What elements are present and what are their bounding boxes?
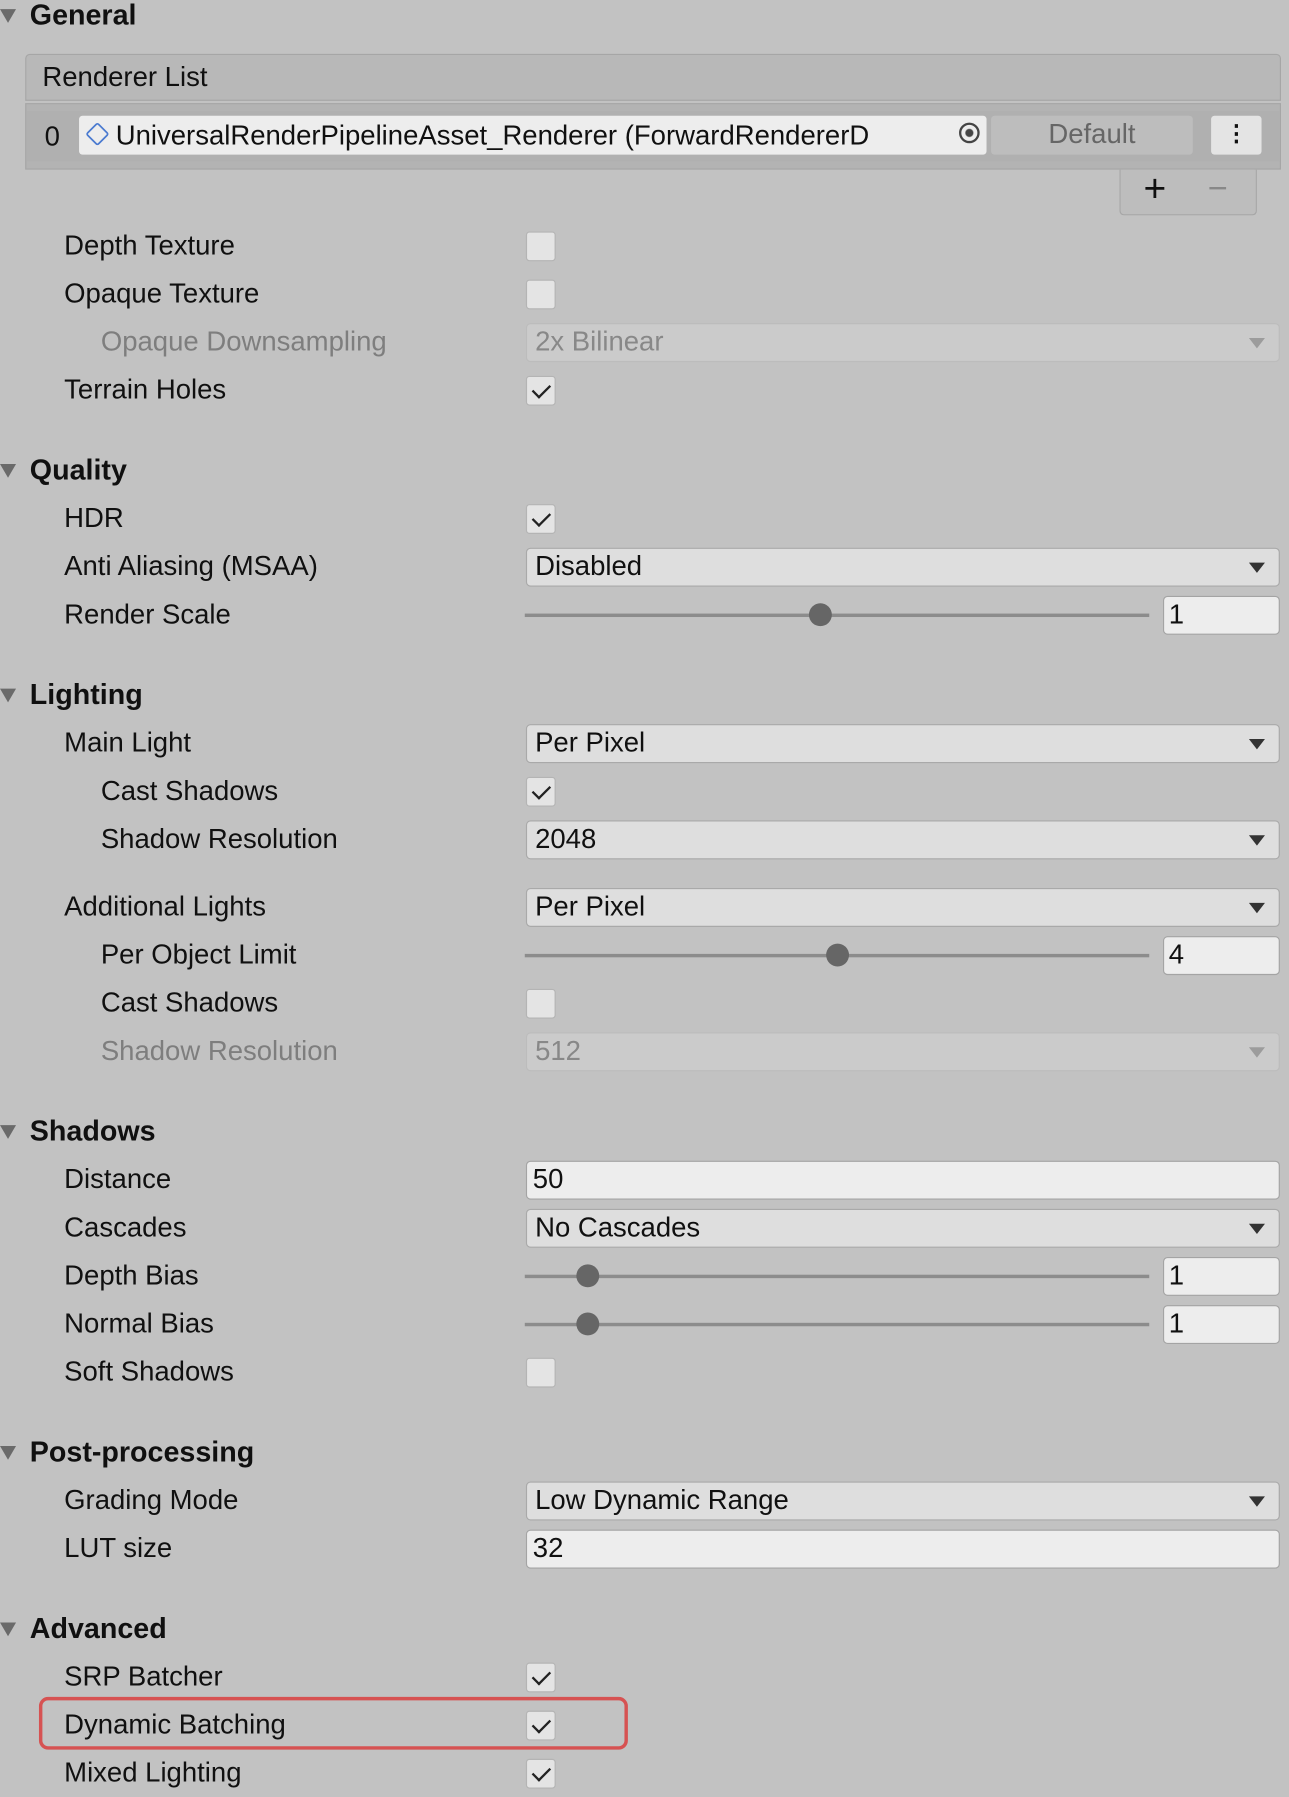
- checkbox-opaque-texture[interactable]: [525, 279, 556, 310]
- slider-thumb[interactable]: [825, 943, 849, 967]
- section-header-shadows[interactable]: Shadows: [30, 1115, 156, 1148]
- dropdown-value: Per Pixel: [535, 727, 646, 759]
- default-renderer-button[interactable]: Default: [991, 115, 1193, 155]
- chevron-down-icon: [1248, 562, 1265, 573]
- section-header-general[interactable]: General: [30, 0, 137, 33]
- label-shadow-resolution: Shadow Resolution: [100, 1035, 338, 1067]
- slider-depth-bias[interactable]: [524, 1264, 1150, 1288]
- chevron-down-icon: [1248, 835, 1265, 846]
- dropdown-value: Low Dynamic Range: [535, 1484, 789, 1516]
- dropdown-grading-mode[interactable]: Low Dynamic Range: [525, 1481, 1280, 1521]
- remove-renderer-button[interactable]: −: [1208, 170, 1228, 209]
- label-main-light: Main Light: [64, 727, 192, 759]
- urp-asset-inspector: Renderer List 0 UniversalRenderPipelineA…: [0, 0, 1289, 1797]
- number-field-render-scale[interactable]: 1: [1162, 595, 1280, 635]
- section-header-lighting[interactable]: Lighting: [30, 679, 143, 712]
- label-distance: Distance: [64, 1164, 172, 1196]
- number-field-per-object-limit[interactable]: 4: [1162, 936, 1280, 976]
- foldout-arrow-icon[interactable]: [0, 1622, 17, 1637]
- label-mixed-lighting: Mixed Lighting: [64, 1757, 242, 1789]
- dropdown-opaque-downsampling: 2x Bilinear: [525, 323, 1280, 363]
- dropdown-cascades[interactable]: No Cascades: [525, 1208, 1280, 1248]
- renderer-list-body: 0 UniversalRenderPipelineAsset_Renderer …: [25, 103, 1282, 170]
- input-lut-size[interactable]: 32: [525, 1529, 1280, 1569]
- checkbox-mixed-lighting[interactable]: [525, 1758, 556, 1789]
- foldout-arrow-icon[interactable]: [0, 9, 17, 23]
- checkbox-cast-shadows[interactable]: [525, 776, 556, 807]
- checkbox-terrain-holes[interactable]: [525, 375, 556, 406]
- slider-thumb[interactable]: [575, 1312, 599, 1336]
- label-terrain-holes: Terrain Holes: [64, 374, 227, 406]
- slider-render-scale[interactable]: [524, 603, 1150, 627]
- label-cast-shadows: Cast Shadows: [100, 987, 279, 1019]
- section-header-advanced[interactable]: Advanced: [30, 1613, 167, 1646]
- dropdown-value: 512: [535, 1035, 581, 1067]
- dropdown-value: 2x Bilinear: [535, 326, 664, 358]
- label-render-scale: Render Scale: [64, 599, 231, 631]
- chevron-down-icon: [1248, 338, 1265, 349]
- section-header-post_processing[interactable]: Post-processing: [30, 1436, 254, 1469]
- checkbox-srp-batcher[interactable]: [525, 1662, 556, 1693]
- chevron-down-icon: [1248, 1047, 1265, 1058]
- checkbox-hdr[interactable]: [525, 504, 556, 534]
- list-add-remove-footer: + −: [1119, 167, 1257, 216]
- label-depth-texture: Depth Texture: [64, 230, 235, 262]
- object-picker-icon[interactable]: [959, 122, 980, 144]
- renderer-name: UniversalRenderPipelineAsset_Renderer (F…: [115, 120, 870, 152]
- checkbox-depth-texture[interactable]: [525, 231, 556, 262]
- chevron-down-icon: [1248, 1496, 1265, 1507]
- label-shadow-resolution: Shadow Resolution: [100, 823, 338, 855]
- label-opaque-downsampling: Opaque Downsampling: [100, 326, 387, 358]
- foldout-arrow-icon[interactable]: [0, 464, 17, 478]
- dropdown-shadow-resolution[interactable]: 2048: [525, 820, 1280, 860]
- dropdown-value: No Cascades: [535, 1212, 701, 1244]
- dropdown-value: Disabled: [535, 551, 643, 583]
- dropdown-anti-aliasing-msaa[interactable]: Disabled: [525, 547, 1280, 587]
- dropdown-additional-lights[interactable]: Per Pixel: [525, 887, 1280, 927]
- label-cast-shadows: Cast Shadows: [100, 775, 279, 807]
- script-asset-icon: [85, 121, 110, 147]
- label-opaque-texture: Opaque Texture: [64, 278, 260, 310]
- label-hdr: HDR: [64, 503, 124, 534]
- dynamic-batching-highlight: [38, 1696, 628, 1750]
- label-grading-mode: Grading Mode: [64, 1484, 239, 1516]
- slider-thumb[interactable]: [809, 603, 833, 627]
- label-anti-aliasing-msaa: Anti Aliasing (MSAA): [64, 551, 318, 583]
- label-per-object-limit: Per Object Limit: [100, 939, 297, 971]
- renderer-index: 0: [44, 121, 60, 153]
- chevron-down-icon: [1248, 739, 1265, 750]
- checkbox-cast-shadows[interactable]: [525, 988, 556, 1019]
- foldout-arrow-icon[interactable]: [0, 1125, 17, 1139]
- label-additional-lights: Additional Lights: [64, 891, 266, 923]
- slider-normal-bias[interactable]: [524, 1312, 1150, 1336]
- number-field-normal-bias[interactable]: 1: [1162, 1305, 1280, 1345]
- dropdown-value: Per Pixel: [535, 891, 646, 923]
- chevron-down-icon: [1248, 902, 1265, 914]
- renderer-list-item[interactable]: 0 UniversalRenderPipelineAsset_Renderer …: [26, 111, 1280, 162]
- number-field-depth-bias[interactable]: 1: [1162, 1256, 1280, 1296]
- label-cascades: Cascades: [64, 1212, 187, 1244]
- chevron-down-icon: [1248, 1223, 1265, 1235]
- add-renderer-button[interactable]: +: [1144, 167, 1167, 212]
- renderer-list-header: Renderer List: [25, 53, 1282, 101]
- section-header-quality[interactable]: Quality: [30, 454, 127, 487]
- kebab-menu-icon[interactable]: ⋮: [1211, 115, 1262, 155]
- slider-per-object-limit[interactable]: [524, 943, 1150, 967]
- dropdown-value: 2048: [535, 823, 597, 855]
- label-depth-bias: Depth Bias: [64, 1260, 199, 1292]
- checkbox-soft-shadows[interactable]: [525, 1357, 556, 1388]
- label-srp-batcher: SRP Batcher: [64, 1661, 223, 1693]
- label-normal-bias: Normal Bias: [64, 1308, 214, 1340]
- dropdown-shadow-resolution: 512: [525, 1032, 1280, 1072]
- slider-thumb[interactable]: [575, 1264, 599, 1288]
- renderer-object-field[interactable]: UniversalRenderPipelineAsset_Renderer (F…: [79, 115, 987, 155]
- label-lut-size: LUT size: [64, 1533, 173, 1565]
- input-distance[interactable]: 50: [525, 1160, 1280, 1200]
- foldout-arrow-icon[interactable]: [0, 1445, 17, 1460]
- dropdown-main-light[interactable]: Per Pixel: [525, 724, 1280, 764]
- foldout-arrow-icon[interactable]: [0, 688, 17, 703]
- label-soft-shadows: Soft Shadows: [64, 1356, 234, 1388]
- renderer-list-label: Renderer List: [42, 61, 208, 93]
